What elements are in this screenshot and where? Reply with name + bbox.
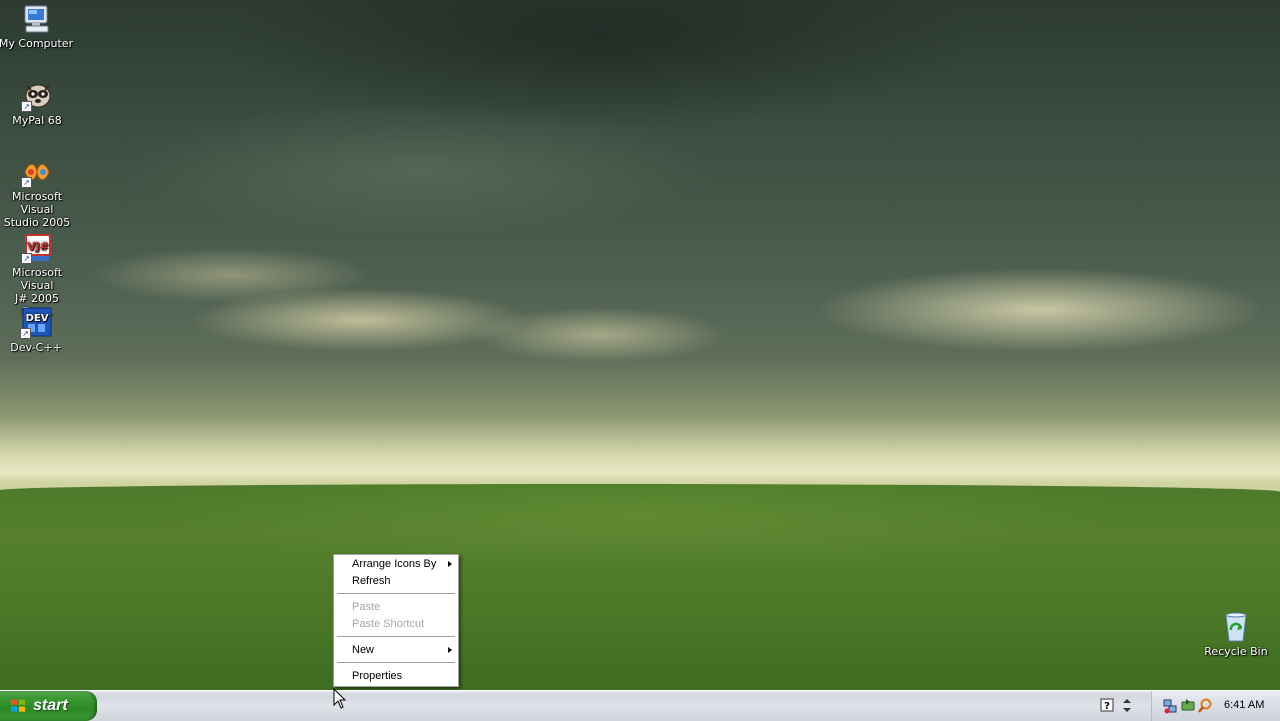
menu-item-refresh[interactable]: Refresh [334, 573, 458, 590]
menu-item-label: Properties [352, 670, 403, 682]
menu-item-arrange-icons-by[interactable]: Arrange Icons By [334, 556, 458, 573]
menu-item-label: Refresh [352, 575, 391, 587]
dev-cpp-icon: DEV ↗ [20, 307, 52, 339]
menu-item-label: Arrange Icons By [352, 558, 437, 570]
clock[interactable]: 6:41 AM [1224, 699, 1264, 711]
windows-logo-icon [11, 699, 25, 712]
desktop-context-menu: Arrange Icons By Refresh Paste Paste Sho… [333, 554, 459, 687]
submenu-arrow-icon [448, 647, 452, 653]
icon-label: Recycle Bin [1204, 645, 1268, 658]
menu-item-label: Paste Shortcut [352, 618, 425, 630]
menu-item-paste: Paste [334, 599, 458, 616]
my-computer-icon [20, 3, 52, 35]
menu-separator [337, 662, 455, 663]
desktop-icon-my-computer[interactable]: My Computer [0, 3, 74, 50]
icon-label: Studio 2005 [3, 216, 71, 229]
menu-item-new[interactable]: New [334, 642, 458, 659]
icon-label: Dev-C++ [10, 341, 62, 354]
menu-item-paste-shortcut: Paste Shortcut [334, 616, 458, 633]
taskbar-tools: ? [1098, 697, 1138, 715]
menu-separator [337, 593, 455, 594]
network-icon[interactable] [1163, 699, 1177, 714]
mouse-cursor-icon [333, 688, 347, 709]
svg-text:VJ#: VJ# [27, 240, 49, 253]
mypal-icon: ↗ [21, 80, 53, 112]
safely-remove-icon[interactable] [1181, 699, 1195, 711]
system-tray: 6:41 AM [1151, 691, 1280, 721]
help-icon[interactable]: ? [1100, 698, 1114, 712]
desktop-wallpaper[interactable]: My Computer ↗ MyPal 68 ↗ Microsoft Visua… [0, 0, 1280, 690]
icon-label: MyPal 68 [12, 114, 62, 127]
visual-jsharp-icon: VJ# ↗ [21, 232, 53, 264]
desktop-icon-dev-cpp[interactable]: DEV ↗ Dev-C++ [0, 307, 74, 354]
menu-item-properties[interactable]: Properties [334, 668, 458, 685]
icon-label: Microsoft Visual [11, 266, 63, 292]
start-button[interactable]: start [0, 691, 97, 721]
menu-item-label: Paste [352, 601, 381, 613]
desktop-icon-visual-jsharp[interactable]: VJ# ↗ Microsoft Visual J# 2005 Exp... [0, 232, 75, 318]
icon-label: Microsoft Visual [11, 190, 63, 216]
desktop-icon-recycle-bin[interactable]: Recycle Bin [1198, 611, 1274, 658]
wallpaper-grass [0, 484, 1280, 690]
svg-text:DEV: DEV [26, 313, 49, 324]
desktop-icon-mypal[interactable]: ↗ MyPal 68 [0, 80, 75, 127]
shortcut-arrow-icon: ↗ [21, 101, 32, 112]
icon-label: My Computer [0, 37, 74, 50]
shortcut-arrow-icon: ↗ [21, 177, 32, 188]
shortcut-arrow-icon: ↗ [20, 328, 31, 339]
menu-separator [337, 636, 455, 637]
shortcut-arrow-icon: ↗ [21, 253, 32, 264]
desktop-icon-visual-studio[interactable]: ↗ Microsoft Visual Studio 2005 [0, 156, 75, 229]
tray-icons [1163, 698, 1212, 714]
submenu-arrow-icon [448, 561, 452, 567]
search-icon[interactable] [1198, 698, 1212, 713]
notification-arrows-icon[interactable] [1123, 699, 1131, 712]
taskbar[interactable]: start ? 6:41 AM [0, 690, 1280, 721]
menu-item-label: New [352, 644, 375, 656]
recycle-bin-icon [1220, 611, 1252, 643]
svg-text:?: ? [1104, 701, 1110, 712]
visual-studio-icon: ↗ [21, 156, 53, 188]
start-label: start [33, 697, 68, 714]
